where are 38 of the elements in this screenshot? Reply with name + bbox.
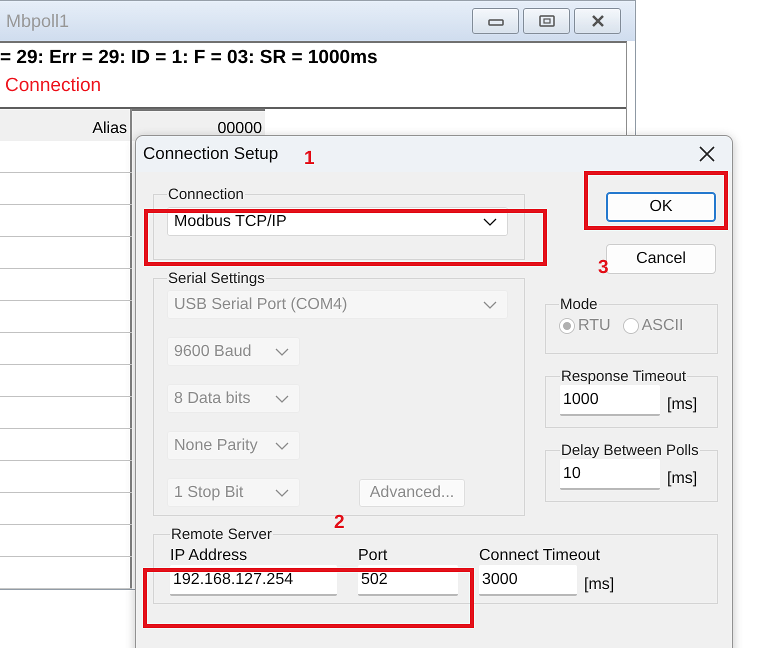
field-label: Connect Timeout xyxy=(479,547,601,565)
maximize-button[interactable] xyxy=(523,8,570,34)
group-label: Serial Settings xyxy=(167,270,266,287)
status-line: = 29: Err = 29: ID = 1: F = 03: SR = 1000ms xyxy=(0,46,379,70)
chevron-down-icon xyxy=(275,348,289,356)
radio-label: ASCII xyxy=(642,317,684,335)
unit-label: [ms] xyxy=(667,468,698,488)
chevron-down-icon xyxy=(483,300,497,308)
chevron-down-icon xyxy=(275,488,289,496)
window-title: Mbpoll1 xyxy=(6,10,70,32)
group-label: Response Timeout xyxy=(560,368,688,385)
annotation-number: 1 xyxy=(304,148,315,170)
error-message: Connection xyxy=(4,75,102,98)
chevron-down-icon xyxy=(483,218,497,226)
column-header: Alias xyxy=(0,109,132,141)
input-field[interactable]: 10 xyxy=(560,459,660,490)
field-label: Port xyxy=(358,547,388,565)
unit-label: [ms] xyxy=(667,394,698,414)
annotation-number: 3 xyxy=(598,257,609,279)
group-label: Delay Between Polls xyxy=(560,442,700,459)
close-button[interactable] xyxy=(574,8,621,34)
chevron-down-icon xyxy=(275,442,289,450)
close-icon[interactable] xyxy=(698,145,716,163)
unit-label: [ms] xyxy=(584,574,614,594)
radio-label: RTU xyxy=(578,317,611,335)
group-label: Remote Server xyxy=(170,526,273,543)
field-label: IP Address xyxy=(170,547,248,565)
input-field[interactable]: 3000 xyxy=(479,565,577,596)
close-icon xyxy=(590,15,606,27)
group-label: Mode xyxy=(559,296,599,313)
group-label: Connection xyxy=(167,186,245,203)
dialog-title: Connection Setup xyxy=(143,144,278,164)
dialog-button[interactable]: OK xyxy=(606,192,716,222)
chevron-down-icon xyxy=(275,394,289,402)
restore-icon xyxy=(538,15,554,27)
minimize-button[interactable] xyxy=(472,8,519,34)
input-field[interactable]: 1000 xyxy=(560,385,660,416)
annotation-number: 2 xyxy=(334,512,345,534)
